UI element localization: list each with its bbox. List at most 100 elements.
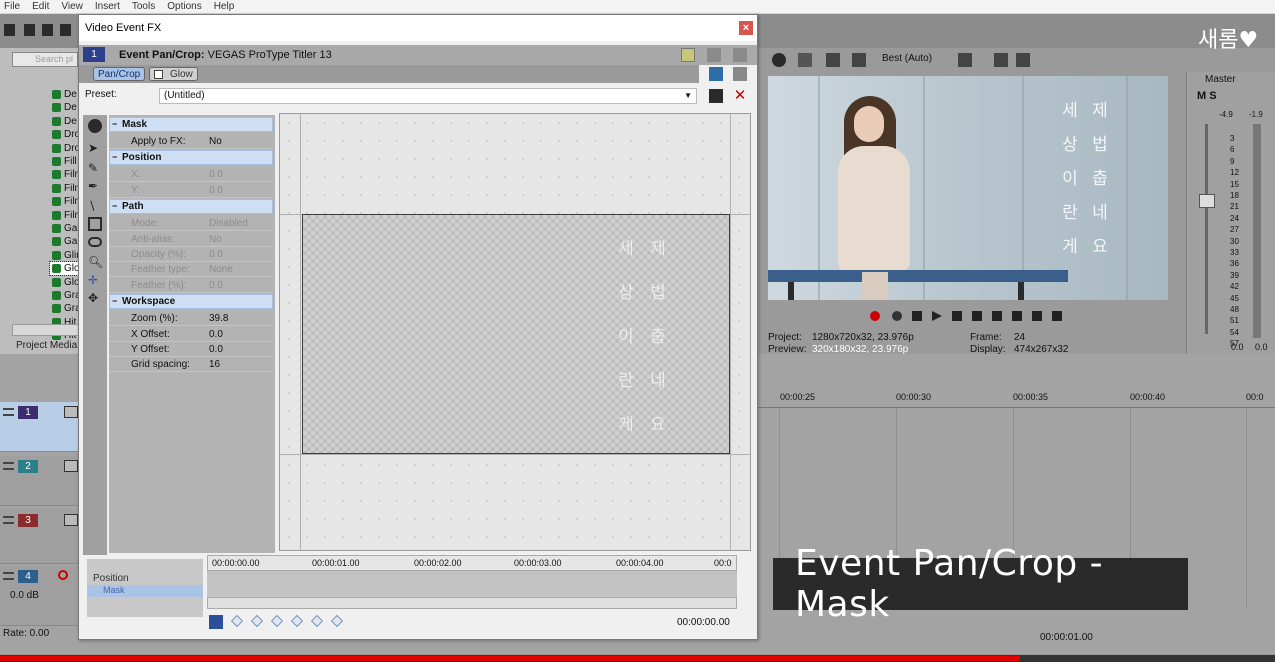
property-row[interactable]: Apply to FX: No [109, 134, 273, 149]
menu-help[interactable]: Help [214, 1, 235, 12]
new-icon[interactable] [4, 24, 15, 36]
menu-insert[interactable]: Insert [95, 1, 120, 12]
section-path[interactable]: Path [109, 199, 273, 215]
loop-icon[interactable] [892, 311, 902, 321]
overlay-icon[interactable] [852, 53, 866, 67]
keyframe-row-position[interactable]: Position [93, 573, 129, 584]
keyframe-track[interactable] [207, 571, 737, 597]
property-row[interactable]: Feather type: None [109, 262, 273, 278]
property-value[interactable]: 39.8 [209, 313, 228, 324]
settings-gear-icon[interactable] [88, 119, 102, 133]
list-view-icon[interactable] [681, 48, 695, 62]
preview-quality-select[interactable]: Best (Auto) [882, 53, 932, 64]
anchor-icon[interactable]: ✛ [88, 273, 102, 287]
property-row[interactable]: Zoom (%): 39.8 [109, 311, 273, 327]
property-row[interactable]: Y Offset: 0.0 [109, 342, 273, 357]
project-media-tab[interactable]: Project Media [16, 340, 77, 351]
record-icon[interactable] [870, 311, 880, 321]
grid-icon[interactable] [958, 53, 972, 67]
chain-glow[interactable]: Glow [149, 67, 198, 81]
property-row[interactable]: X Offset: 0.0 [109, 327, 273, 342]
property-value[interactable]: 0.0 [209, 344, 223, 355]
glow-bypass-checkbox[interactable] [154, 70, 163, 79]
tree-item[interactable]: Gra [50, 289, 81, 302]
delete-keyframe-icon[interactable] [331, 615, 343, 627]
property-row[interactable]: Feather (%): 0.0 [109, 278, 273, 293]
property-value[interactable]: 16 [209, 359, 220, 370]
timeline-ruler[interactable]: 00:00:25 00:00:30 00:00:35 00:00:40 00:0 [756, 386, 1275, 408]
chain-pancrop[interactable]: Pan/Crop [93, 67, 146, 81]
tree-item[interactable]: Ga [50, 222, 77, 235]
track-header-1[interactable]: 1 [0, 402, 80, 452]
menu-options[interactable]: Options [167, 1, 201, 12]
track-header-3[interactable]: 3 [0, 510, 80, 564]
tree-item[interactable]: Gra [50, 302, 81, 315]
stop-icon[interactable] [972, 311, 982, 321]
go-to-start-icon[interactable] [992, 311, 1002, 321]
tree-item[interactable]: De [50, 101, 77, 114]
save-preset-icon[interactable] [709, 89, 723, 103]
menu-file[interactable]: File [4, 1, 20, 12]
compositing-icon[interactable] [64, 406, 78, 418]
properties-icon[interactable] [60, 24, 71, 36]
delete-preset-icon[interactable]: ✕ [733, 88, 747, 103]
save-icon[interactable] [42, 24, 53, 36]
menu-tools[interactable]: Tools [132, 1, 155, 12]
tree-item[interactable]: Ga [50, 235, 77, 248]
play-icon[interactable] [932, 311, 942, 321]
tree-item[interactable]: Glo [50, 276, 80, 289]
property-value[interactable]: 0.0 [209, 185, 223, 196]
property-value[interactable]: None [209, 264, 233, 275]
zoom-icon[interactable]: 🔍︎ [88, 255, 103, 269]
pointer-icon[interactable]: ➤ [88, 141, 102, 155]
previous-frame-icon[interactable] [1032, 311, 1042, 321]
pen-icon[interactable]: ✎ [88, 161, 102, 175]
play-from-start-icon[interactable] [912, 311, 922, 321]
close-button[interactable]: × [739, 21, 753, 35]
property-row[interactable]: X: 0.0 [109, 167, 273, 183]
section-mask[interactable]: Mask [109, 117, 273, 132]
pause-icon[interactable] [952, 311, 962, 321]
track-header-2[interactable]: 2 [0, 456, 80, 506]
tree-item[interactable]: De [50, 88, 77, 101]
sync-cursor-icon[interactable] [209, 615, 223, 629]
keyframe-scrollbar[interactable] [207, 597, 737, 609]
property-value[interactable]: Disabled [209, 218, 248, 229]
mute-solo-buttons[interactable]: M S [1197, 90, 1217, 102]
rectangle-mask-icon[interactable] [88, 217, 102, 231]
compositing-icon[interactable] [64, 460, 78, 472]
last-keyframe-icon[interactable] [291, 615, 303, 627]
keyframe-ruler[interactable]: 00:00:00.00 00:00:01.00 00:00:02.00 00:0… [207, 555, 737, 571]
save-snapshot-icon[interactable] [1016, 53, 1030, 67]
section-position[interactable]: Position [109, 150, 273, 166]
split-screen-icon[interactable] [826, 53, 840, 67]
add-keyframe-icon[interactable] [311, 615, 323, 627]
previous-keyframe-icon[interactable] [251, 615, 263, 627]
property-value[interactable]: 0.0 [209, 169, 223, 180]
copy-snapshot-icon[interactable] [994, 53, 1008, 67]
property-row[interactable]: Opacity (%): 0.0 [109, 247, 273, 262]
add-point-pen-icon[interactable]: ✒ [88, 179, 102, 193]
bezier-icon[interactable]: ∖ [88, 199, 102, 213]
tree-item[interactable]: Dro [50, 142, 80, 155]
compositing-icon[interactable] [64, 514, 78, 526]
next-frame-icon[interactable] [1052, 311, 1062, 321]
move-icon[interactable]: ✥ [88, 291, 102, 305]
property-value[interactable]: 0.0 [209, 280, 223, 291]
plugin-chain-icon[interactable] [709, 67, 723, 81]
tree-item[interactable]: De [50, 115, 77, 128]
first-keyframe-icon[interactable] [231, 615, 243, 627]
remove-plugin-icon[interactable] [733, 67, 747, 81]
gear-icon[interactable] [772, 53, 786, 67]
next-keyframe-icon[interactable] [271, 615, 283, 627]
property-value[interactable]: No [209, 136, 222, 147]
property-row[interactable]: Anti-alias: No [109, 232, 273, 247]
property-value[interactable]: No [209, 234, 222, 245]
grid-view-icon[interactable] [707, 48, 721, 62]
explorer-search-input[interactable]: Search pl [12, 52, 78, 67]
property-value[interactable]: 0.0 [209, 329, 223, 340]
external-monitor-icon[interactable] [798, 53, 812, 67]
tree-item[interactable]: Fill [50, 155, 77, 168]
cursor-time[interactable]: 00:00:01.00 [1040, 632, 1110, 646]
menu-edit[interactable]: Edit [32, 1, 49, 12]
